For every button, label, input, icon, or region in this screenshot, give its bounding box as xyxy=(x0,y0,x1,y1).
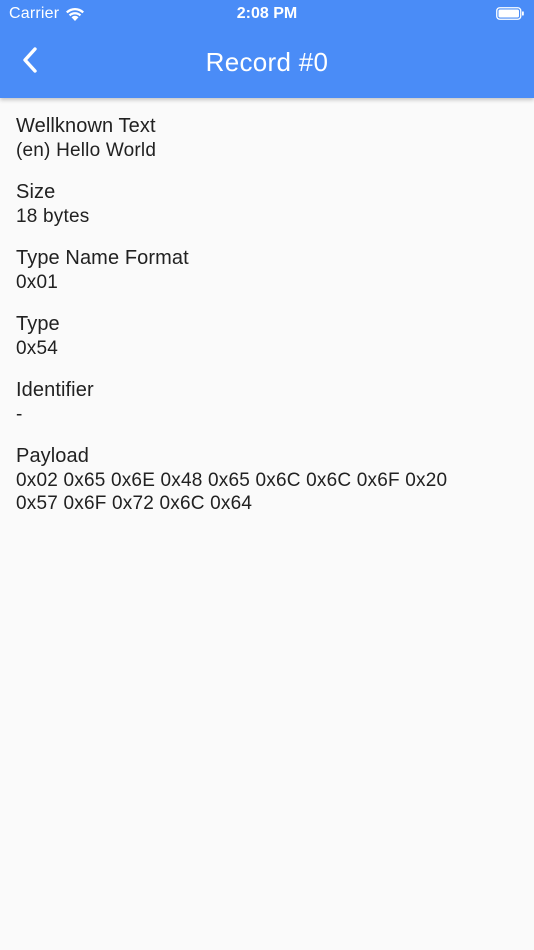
status-time: 2:08 PM xyxy=(236,5,298,22)
field-type: Type 0x54 xyxy=(16,311,516,360)
payload-value-line-2: 0x57 0x6F 0x72 0x6C 0x64 xyxy=(16,493,253,514)
payload-value-line-1: 0x02 0x65 0x6E 0x48 0x65 0x6C 0x6C 0x6F … xyxy=(16,470,448,491)
field-label: Type Name Format xyxy=(16,247,189,269)
page-title: Record #0 xyxy=(205,47,329,77)
field-type-name-format: Type Name Format 0x01 xyxy=(16,245,516,294)
field-label: Size xyxy=(16,181,56,203)
field-value: 0x54 xyxy=(16,338,59,359)
back-button[interactable] xyxy=(14,44,46,80)
chevron-left-icon xyxy=(21,46,39,79)
record-details: Wellknown Text (en) Hello World Size 18 … xyxy=(16,113,516,532)
field-label: Wellknown Text xyxy=(16,115,156,137)
field-payload: Payload 0x02 0x65 0x6E 0x48 0x65 0x6C 0x… xyxy=(16,443,516,515)
field-value: - xyxy=(16,404,23,425)
field-value: (en) Hello World xyxy=(16,140,157,161)
field-label: Payload xyxy=(16,445,89,467)
battery-full-icon xyxy=(496,7,524,20)
field-wellknown-text: Wellknown Text (en) Hello World xyxy=(16,113,516,162)
field-label: Identifier xyxy=(16,379,94,401)
field-value: 18 bytes xyxy=(16,206,90,227)
field-value: 0x01 xyxy=(16,272,59,293)
field-size: Size 18 bytes xyxy=(16,179,516,228)
field-identifier: Identifier - xyxy=(16,377,516,426)
field-label: Type xyxy=(16,313,60,335)
app-bar: Carrier 2:08 PM Record #0 xyxy=(0,0,534,98)
status-bar: Carrier 2:08 PM xyxy=(0,0,534,28)
